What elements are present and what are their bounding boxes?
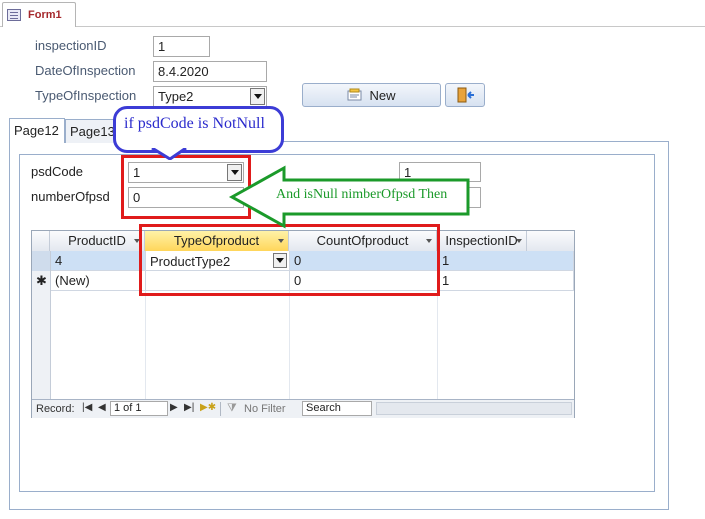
tab-page12-label: Page12 <box>14 123 59 138</box>
grid-line <box>289 291 290 399</box>
number-of-psd-label: numberOfpsd <box>31 189 110 204</box>
new-record-icon <box>347 88 362 101</box>
cell-productid[interactable]: 4 <box>51 251 146 271</box>
cell-inspectionid[interactable]: 1 <box>438 271 574 291</box>
next-record-icon[interactable]: ▶ <box>170 402 178 413</box>
record-label: Record: <box>36 403 75 415</box>
select-all-cell[interactable] <box>32 231 50 251</box>
previous-record-icon[interactable]: ◀ <box>98 402 106 413</box>
record-navigation-bar: Record: |◀ ◀ 1 of 1 ▶ ▶| ▶✱ ⧩ No Filter … <box>32 399 574 418</box>
horizontal-scrollbar[interactable] <box>376 402 572 415</box>
record-position-field[interactable]: 1 of 1 <box>110 401 168 416</box>
record-selector[interactable] <box>32 251 50 271</box>
exit-button[interactable] <box>445 83 485 107</box>
date-of-inspection-label: DateOfInspection <box>35 63 136 78</box>
tab-page12[interactable]: Page12 <box>9 118 65 143</box>
column-header-label: ProductID <box>68 233 126 248</box>
cell-inspectionid[interactable]: 1 <box>438 251 574 271</box>
new-button-label: New <box>369 87 396 103</box>
date-of-inspection-field[interactable]: 8.4.2020 <box>153 61 267 82</box>
no-filter-label[interactable]: No Filter <box>244 403 286 415</box>
inspection-id-field[interactable]: 1 <box>153 36 210 57</box>
new-record-nav-icon[interactable]: ▶✱ <box>200 402 216 413</box>
new-button[interactable]: New <box>302 83 441 107</box>
type-of-inspection-value: Type2 <box>158 89 194 104</box>
record-selector-column: ✱ <box>32 251 51 399</box>
tab-page13-label: Page13 <box>70 124 115 139</box>
column-header-inspectionid[interactable]: InspectionID <box>437 231 527 251</box>
inspection-id-label: inspectionID <box>35 38 107 53</box>
first-record-icon[interactable]: |◀ <box>82 402 92 413</box>
psd-code-label: psdCode <box>31 164 84 179</box>
type-of-inspection-label: TypeOfInspection <box>35 88 137 103</box>
exit-door-icon <box>457 87 474 103</box>
column-header-productid[interactable]: ProductID <box>50 231 145 251</box>
form-icon <box>7 9 21 21</box>
chevron-down-icon[interactable] <box>516 239 522 243</box>
grid-line <box>437 291 438 399</box>
document-tab-strip <box>0 0 705 27</box>
search-input[interactable]: Search <box>302 401 372 416</box>
divider <box>220 402 221 416</box>
column-header-label: InspectionID <box>445 233 518 248</box>
annotation-arrow-text: And isNull nimberOfpsd Then <box>276 187 448 202</box>
annotation-bubble-text: if psdCode is NotNull <box>124 115 265 132</box>
cell-productid[interactable]: (New) <box>51 271 146 291</box>
grid-line <box>145 291 146 399</box>
type-of-inspection-combo[interactable]: Type2 <box>153 86 267 107</box>
red-highlight-datasheet-cells <box>139 224 440 296</box>
filter-icon[interactable]: ⧩ <box>227 402 237 415</box>
last-record-icon[interactable]: ▶| <box>184 402 194 413</box>
chevron-down-icon[interactable] <box>250 88 265 105</box>
tab-strip-divider <box>0 26 705 27</box>
document-tab-label: Form1 <box>28 9 62 21</box>
bubble-tail <box>151 148 187 160</box>
new-record-marker: ✱ <box>36 273 47 288</box>
document-tab-form1[interactable]: Form1 <box>2 2 76 27</box>
